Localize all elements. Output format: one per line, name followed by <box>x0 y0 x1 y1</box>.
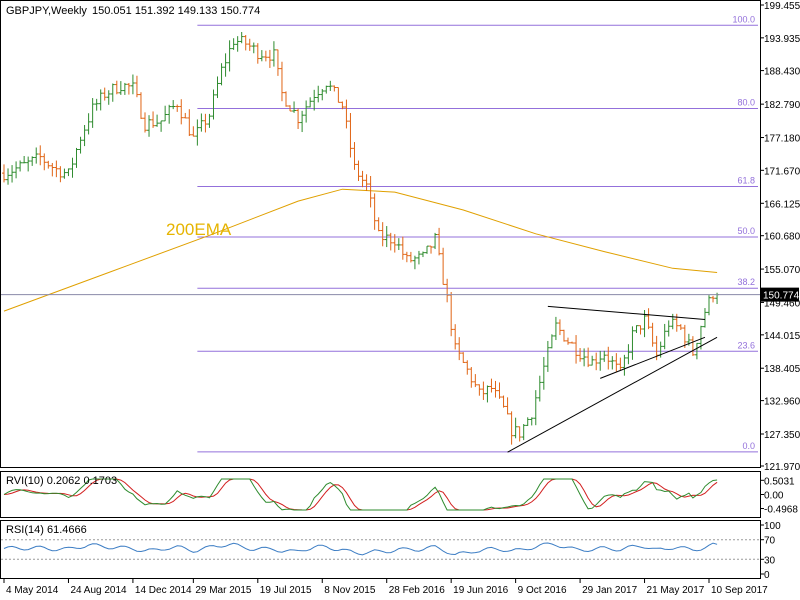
rvi-tick-label: -0.4968 <box>764 505 798 516</box>
time-tick-label: 14 Dec 2014 <box>135 585 192 596</box>
symbol-header: GBPJPY,Weekly <box>6 5 87 17</box>
price-tick-label: 121.970 <box>764 462 800 473</box>
fib-level-label: 0.0 <box>742 441 755 451</box>
rvi-header: RVI(10) 0.2062 0.1703 <box>6 475 117 487</box>
fib-level-label: 38.2 <box>737 277 755 287</box>
price-tick-label: 132.960 <box>764 397 800 408</box>
price-tick-label: 144.015 <box>764 331 800 342</box>
fib-level-label: 23.6 <box>737 340 755 350</box>
chart: 100.080.061.850.038.223.60.0 150.774 199… <box>0 0 800 600</box>
price-tick-label: 193.935 <box>764 34 800 45</box>
price-tick-label: 138.405 <box>764 364 800 375</box>
price-tick-label: 155.070 <box>764 265 800 276</box>
time-tick-label: 10 Sep 2017 <box>711 585 768 596</box>
time-tick-label: 4 May 2014 <box>6 585 59 596</box>
fib-level-label: 80.0 <box>737 98 755 108</box>
rsi-tick-label: 70 <box>764 536 776 547</box>
time-tick-label: 19 Jul 2015 <box>260 585 312 596</box>
time-tick-label: 29 Mar 2015 <box>195 585 252 596</box>
time-tick-label: 24 Aug 2014 <box>70 585 127 596</box>
fib-level-label: 50.0 <box>737 226 755 236</box>
time-tick-label: 29 Jan 2017 <box>582 585 637 596</box>
time-tick-label: 19 Jun 2016 <box>453 585 508 596</box>
rsi-tick-label: 30 <box>764 555 776 566</box>
price-tick-label: 149.460 <box>764 298 800 309</box>
ohlc-header: 150.051 151.392 149.133 150.774 <box>92 5 260 17</box>
fib-level-label: 100.0 <box>732 14 755 24</box>
time-tick-label: 21 May 2017 <box>647 585 705 596</box>
price-tick-label: 160.680 <box>764 232 800 243</box>
rsi-tick-label: 0 <box>764 570 770 581</box>
time-tick-label: 8 Nov 2015 <box>324 585 376 596</box>
price-tick-label: 188.430 <box>764 67 800 78</box>
rvi-tick-label: 0.00 <box>764 491 784 502</box>
price-tick-label: 182.790 <box>764 100 800 111</box>
rsi-tick-label: 100 <box>764 521 781 532</box>
rvi-tick-label: 0.5031 <box>764 476 795 487</box>
price-tick-label: 199.455 <box>764 1 800 12</box>
fib-level-label: 61.8 <box>737 175 755 185</box>
price-axis: 199.455 193.935 188.430 182.790 177.180 171.6… <box>760 1 800 473</box>
rsi-header: RSI(14) 61.4666 <box>6 524 87 536</box>
price-tick-label: 127.350 <box>764 430 800 441</box>
price-tick-label: 177.180 <box>764 134 800 145</box>
ema-annotation: 200EMA <box>166 220 232 239</box>
time-tick-label: 9 Oct 2016 <box>518 585 567 596</box>
price-tick-label: 171.670 <box>764 166 800 177</box>
time-tick-label: 28 Feb 2016 <box>389 585 446 596</box>
price-tick-label: 166.125 <box>764 199 800 210</box>
